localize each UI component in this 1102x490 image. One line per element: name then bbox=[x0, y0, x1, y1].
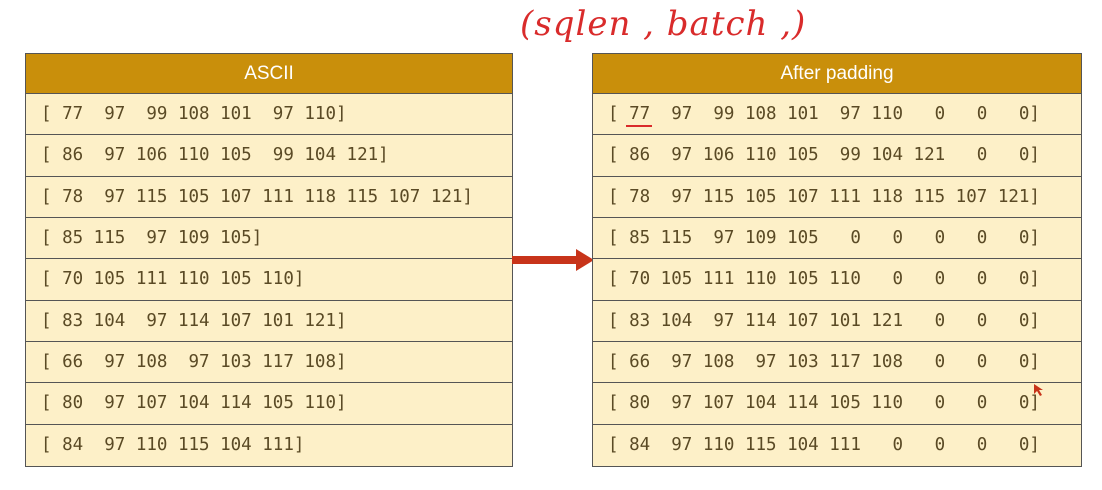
table-row: [ 85 115 97 109 105] bbox=[26, 218, 512, 260]
mouse-cursor-icon bbox=[1034, 384, 1043, 396]
table-row: [ 78 97 115 105 107 111 118 115 107 121] bbox=[593, 177, 1081, 218]
ascii-table-header: ASCII bbox=[26, 54, 512, 94]
right-arrow-icon bbox=[512, 249, 594, 271]
table-row: [ 66 97 108 97 103 117 108] bbox=[26, 342, 512, 384]
table-row: [ 77 97 99 108 101 97 110] bbox=[26, 94, 512, 136]
table-row: [ 86 97 106 110 105 99 104 121] bbox=[26, 135, 512, 177]
handwritten-underline bbox=[626, 125, 652, 127]
table-row: [ 83 104 97 114 107 101 121] bbox=[26, 301, 512, 342]
table-row: [ 77 97 99 108 101 97 110 0 0 0] bbox=[593, 94, 1081, 136]
padded-table: After padding [ 77 97 99 108 101 97 110 … bbox=[592, 53, 1082, 467]
table-row: [ 78 97 115 105 107 111 118 115 107 121] bbox=[26, 177, 512, 218]
table-row: [ 83 104 97 114 107 101 121 0 0 0] bbox=[593, 301, 1081, 342]
padded-table-header: After padding bbox=[593, 54, 1081, 94]
table-row: [ 70 105 111 110 105 110] bbox=[26, 259, 512, 301]
table-row: [ 85 115 97 109 105 0 0 0 0 0] bbox=[593, 218, 1081, 260]
slide: (sqlen , batch ,) ASCII [ 77 97 99 108 1… bbox=[0, 0, 1102, 490]
table-row: [ 80 97 107 104 114 105 110] bbox=[26, 383, 512, 425]
table-row: [ 84 97 110 115 104 111 0 0 0 0] bbox=[608, 435, 1040, 456]
table-row: [ 80 97 107 104 114 105 110 0 0 0] bbox=[593, 383, 1081, 425]
table-row: [ 86 97 106 110 105 99 104 121 0 0] bbox=[593, 135, 1081, 177]
table-row: [ 66 97 108 97 103 117 108 0 0 0] bbox=[593, 342, 1081, 384]
handwritten-annotation: (sqlen , batch ,) bbox=[520, 4, 807, 44]
table-row: [ 84 97 110 115 104 111] bbox=[41, 435, 305, 456]
ascii-table: ASCII [ 77 97 99 108 101 97 110] [ 86 97… bbox=[25, 53, 513, 467]
table-row: [ 70 105 111 110 105 110 0 0 0 0] bbox=[593, 259, 1081, 301]
